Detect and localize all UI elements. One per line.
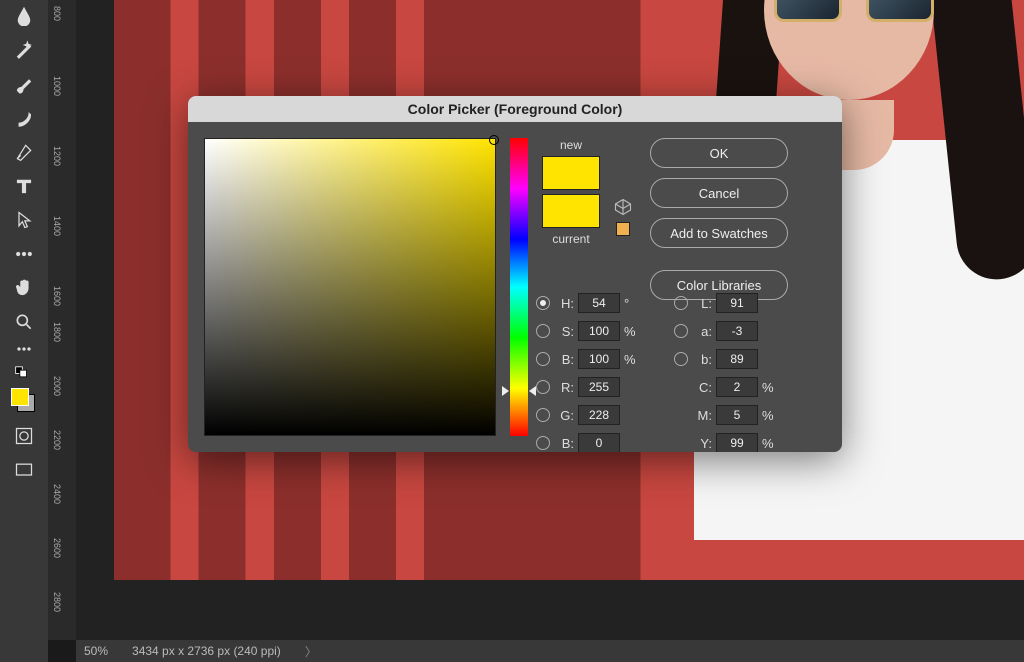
- fg-bg-color-swatches[interactable]: [11, 388, 37, 414]
- b3-input[interactable]: [716, 349, 758, 369]
- l-input[interactable]: [716, 293, 758, 313]
- radio-s[interactable]: [536, 324, 550, 338]
- sv-cursor-icon: [489, 135, 499, 145]
- cancel-button[interactable]: Cancel: [650, 178, 788, 208]
- type-tool-icon[interactable]: [12, 174, 36, 198]
- zoom-level[interactable]: 50%: [84, 644, 108, 658]
- quickmask-icon[interactable]: [12, 424, 36, 448]
- foreground-color-swatch[interactable]: [11, 388, 29, 406]
- wand-tool-icon[interactable]: [12, 38, 36, 62]
- more-tools-icon[interactable]: [12, 242, 36, 266]
- radio-g[interactable]: [536, 408, 550, 422]
- document-info[interactable]: 3434 px x 2736 px (240 ppi): [132, 644, 281, 658]
- g-input[interactable]: [578, 405, 620, 425]
- radio-b[interactable]: [536, 352, 550, 366]
- h-input[interactable]: [578, 293, 620, 313]
- current-label: current: [552, 232, 589, 246]
- hue-slider[interactable]: [510, 138, 528, 436]
- color-picker-dialog: Color Picker (Foreground Color) new curr…: [188, 96, 842, 452]
- radio-r[interactable]: [536, 380, 550, 394]
- edit-toolbar-icon[interactable]: [12, 344, 36, 354]
- screenmode-icon[interactable]: [12, 458, 36, 482]
- m-input[interactable]: [716, 405, 758, 425]
- blur-tool-icon[interactable]: [12, 4, 36, 28]
- radio-l[interactable]: [674, 296, 688, 310]
- c-input[interactable]: [716, 377, 758, 397]
- ok-button[interactable]: OK: [650, 138, 788, 168]
- radio-a[interactable]: [674, 324, 688, 338]
- brush-tool-icon[interactable]: [12, 72, 36, 96]
- default-colors-icon[interactable]: [12, 364, 36, 378]
- b2-input[interactable]: [578, 433, 620, 452]
- direct-select-tool-icon[interactable]: [12, 208, 36, 232]
- current-color-swatch[interactable]: [542, 194, 600, 228]
- a-input[interactable]: [716, 321, 758, 341]
- vertical-ruler: 800 1000 1200 1400 1600 1800 2000 2200 2…: [48, 0, 76, 640]
- closest-gamut-swatch[interactable]: [616, 222, 630, 236]
- gamut-warning-icon[interactable]: [614, 198, 632, 216]
- r-input[interactable]: [578, 377, 620, 397]
- left-toolbar: [0, 0, 48, 662]
- y-input[interactable]: [716, 433, 758, 452]
- dialog-title: Color Picker (Foreground Color): [188, 96, 842, 122]
- add-to-swatches-button[interactable]: Add to Swatches: [650, 218, 788, 248]
- zoom-tool-icon[interactable]: [12, 310, 36, 334]
- status-bar: 50% 3434 px x 2736 px (240 ppi) 〉: [76, 640, 1024, 662]
- hue-marker-right-icon: [529, 386, 536, 396]
- new-color-swatch: [542, 156, 600, 190]
- new-label: new: [560, 138, 582, 152]
- pen-tool-icon[interactable]: [12, 140, 36, 164]
- chevron-right-icon[interactable]: 〉: [305, 643, 317, 660]
- smudge-tool-icon[interactable]: [12, 106, 36, 130]
- radio-b2[interactable]: [536, 436, 550, 450]
- radio-b3[interactable]: [674, 352, 688, 366]
- hand-tool-icon[interactable]: [12, 276, 36, 300]
- b-input[interactable]: [578, 349, 620, 369]
- hue-marker-left-icon: [502, 386, 509, 396]
- radio-h[interactable]: [536, 296, 550, 310]
- saturation-value-field[interactable]: [204, 138, 496, 436]
- s-input[interactable]: [578, 321, 620, 341]
